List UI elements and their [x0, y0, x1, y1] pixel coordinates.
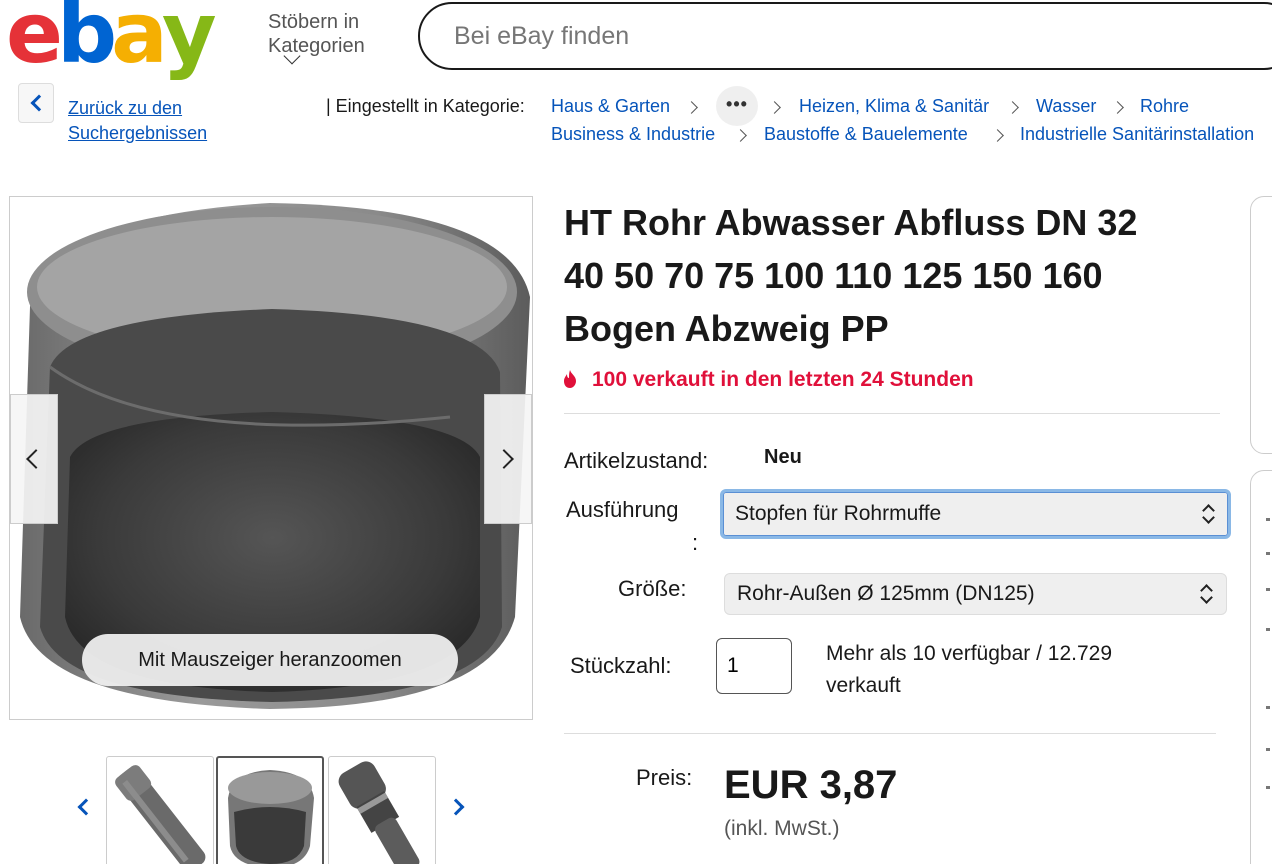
variant-select[interactable]: Stopfen für Rohrmuffe — [720, 489, 1231, 539]
breadcrumb-sanitaerinstallation[interactable]: Industrielle Sanitärinstallation — [1020, 124, 1254, 145]
side-card-mark — [1266, 518, 1270, 521]
thumbnail-rohr[interactable] — [106, 756, 214, 864]
back-link-line1: Zurück zu den — [68, 98, 183, 118]
chevron-right-icon — [991, 129, 1004, 142]
product-title-line2: 40 50 70 75 100 110 125 150 160 — [564, 255, 1103, 296]
select-arrows-icon — [1202, 505, 1214, 523]
divider — [564, 733, 1216, 734]
breadcrumb-heizen-klima[interactable]: Heizen, Klima & Sanitär — [799, 96, 989, 117]
size-selected-value: Rohr-Außen Ø 125mm (DN125) — [737, 582, 1035, 605]
zoom-hint: Mit Mauszeiger heranzoomen — [82, 634, 458, 686]
thumbnail-abzweig[interactable] — [328, 756, 436, 864]
breadcrumb-wasser[interactable]: Wasser — [1036, 96, 1096, 117]
sold-recently-text: 100 verkauft in den letzten 24 Stunden — [592, 368, 974, 391]
price-label: Preis: — [636, 765, 693, 790]
breadcrumb-haus-garten[interactable]: Haus & Garten — [551, 96, 670, 117]
browse-label-line2: Kategorien — [268, 35, 365, 57]
next-image-button[interactable] — [484, 394, 532, 524]
quantity-input[interactable] — [716, 638, 792, 694]
size-label: Größe: — [618, 576, 687, 601]
search-input[interactable] — [454, 22, 1154, 51]
ebay-logo[interactable]: ebay — [6, 0, 217, 82]
variant-label-colon: : — [692, 530, 699, 555]
search-bar[interactable] — [418, 2, 1272, 70]
availability-line2: verkauft — [826, 674, 901, 697]
thumbnail-stopfen[interactable] — [216, 756, 324, 864]
chevron-right-icon — [1006, 101, 1019, 114]
availability-line1: Mehr als 10 verfügbar / 12.729 — [826, 642, 1113, 665]
side-card-bottom — [1250, 470, 1272, 864]
browse-label-line1: Stöbern in — [268, 11, 360, 33]
side-card-mark — [1266, 786, 1270, 789]
breadcrumb-more-button[interactable]: ••• — [716, 86, 758, 126]
variant-selected-value: Stopfen für Rohrmuffe — [735, 502, 942, 525]
browse-categories-button[interactable]: Stöbern in Kategorien — [268, 10, 365, 65]
side-card-mark — [1266, 628, 1270, 631]
select-arrows-icon — [1200, 585, 1212, 603]
side-card-top — [1250, 196, 1272, 454]
availability-text: Mehr als 10 verfügbar / 12.729 verkauft — [826, 638, 1186, 702]
logo-letter-b: b — [56, 0, 117, 82]
cap-thumbnail-image — [228, 770, 314, 864]
size-select[interactable]: Rohr-Außen Ø 125mm (DN125) — [724, 573, 1227, 615]
condition-label: Artikelzustand: — [564, 448, 709, 473]
product-title-line1: HT Rohr Abwasser Abfluss DN 32 — [564, 202, 1138, 243]
flame-icon — [564, 370, 576, 388]
thumbnail-prev-icon[interactable] — [77, 798, 95, 816]
side-card-mark — [1266, 588, 1270, 591]
chevron-left-icon — [30, 94, 48, 112]
chevron-right-icon — [768, 101, 781, 114]
logo-letter-a: a — [111, 0, 168, 82]
chevron-right-icon — [685, 101, 698, 114]
logo-letter-e: e — [6, 0, 63, 82]
product-title: HT Rohr Abwasser Abfluss DN 32 40 50 70 … — [564, 196, 1204, 355]
chevron-right-icon — [734, 129, 747, 142]
sold-recently-badge: 100 verkauft in den letzten 24 Stunden — [562, 368, 974, 392]
price-value: EUR 3,87 — [724, 763, 898, 807]
product-title-line3: Bogen Abzweig PP — [564, 308, 889, 349]
chevron-left-icon — [26, 449, 46, 469]
fitting-thumbnail-image — [338, 761, 420, 864]
breadcrumb-baustoffe[interactable]: Baustoffe & Bauelemente — [764, 124, 968, 145]
logo-letter-y: y — [161, 0, 217, 82]
back-to-results-link[interactable]: Zurück zu den Suchergebnissen — [68, 96, 238, 146]
vat-note: (inkl. MwSt.) — [724, 817, 840, 840]
thumbnail-next-icon[interactable] — [447, 798, 465, 816]
chevron-right-icon — [494, 449, 514, 469]
main-product-image[interactable]: Mit Mauszeiger heranzoomen — [9, 196, 533, 720]
side-card-mark — [1266, 748, 1270, 751]
category-label: | Eingestellt in Kategorie: — [326, 96, 525, 116]
chevron-right-icon — [1111, 101, 1124, 114]
pipe-thumbnail-image — [115, 765, 206, 864]
previous-image-button[interactable] — [10, 394, 58, 524]
quantity-label: Stückzahl: — [570, 653, 672, 678]
variant-label: Ausführung — [566, 497, 679, 522]
back-button[interactable] — [18, 83, 54, 123]
divider — [564, 413, 1220, 414]
breadcrumb-rohre[interactable]: Rohre — [1140, 96, 1189, 117]
condition-value: Neu — [764, 446, 802, 468]
back-link-line2: Suchergebnissen — [68, 123, 208, 143]
side-card-mark — [1266, 552, 1270, 555]
breadcrumb-business-industrie[interactable]: Business & Industrie — [551, 124, 715, 145]
side-card-mark — [1266, 706, 1270, 709]
